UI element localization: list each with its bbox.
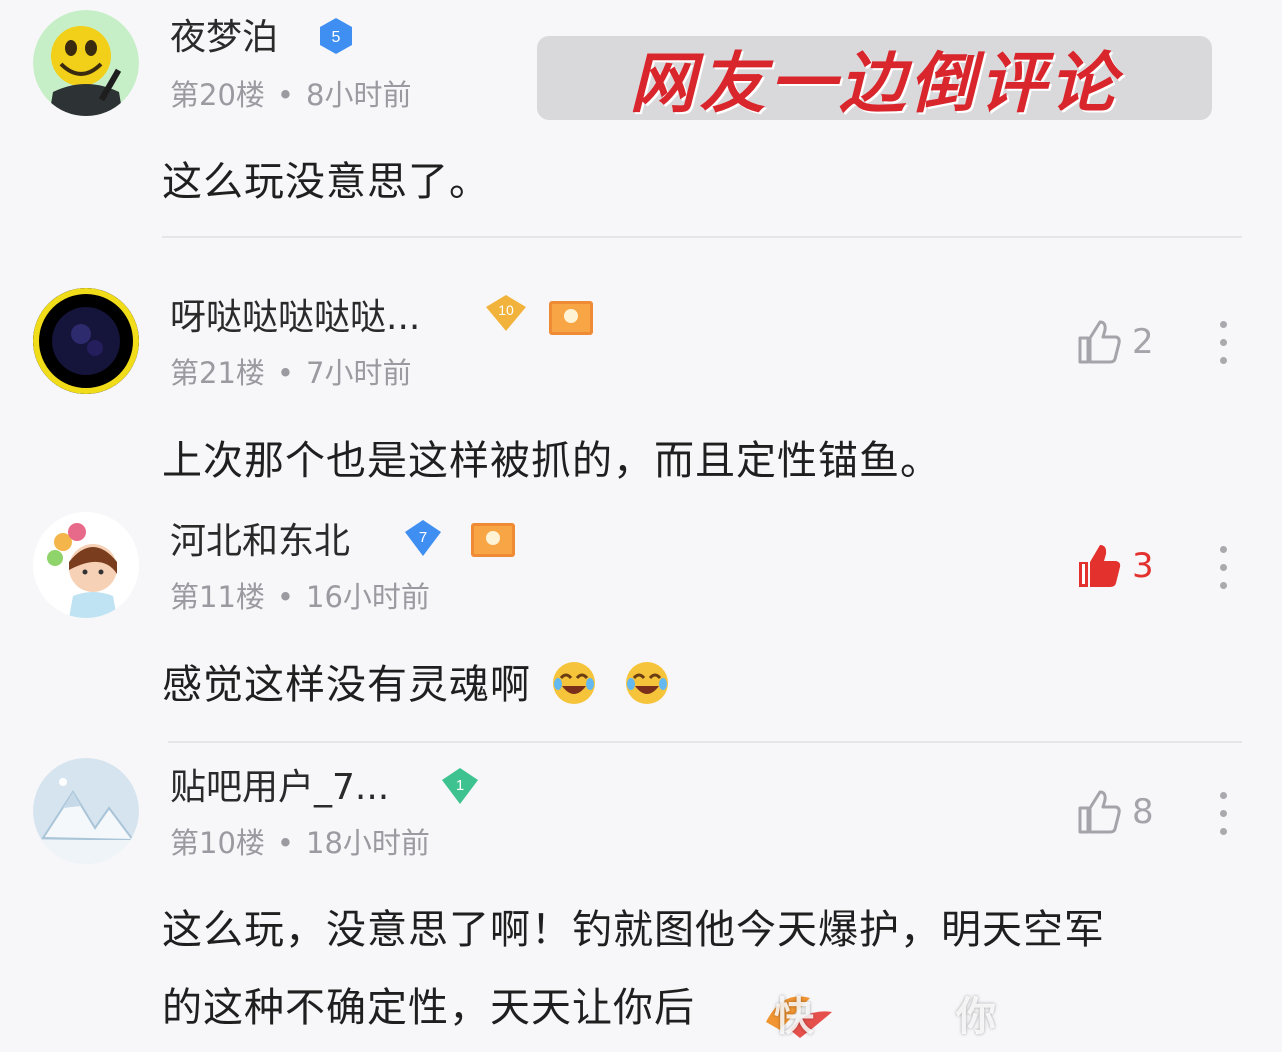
floor-number: 第11楼: [170, 580, 265, 614]
thumbs-up-icon: [1078, 790, 1121, 834]
avatar[interactable]: [33, 512, 139, 618]
comment-text: 这么玩没意思了。: [162, 159, 490, 205]
banner-title: 网友一边倒评论: [629, 45, 1120, 122]
thumbs-up-filled-icon: [1079, 545, 1121, 587]
comment-text-line-2: 的这种不确定性，天天让你后: [162, 985, 695, 1031]
medal-icon: [471, 523, 515, 557]
avatar[interactable]: [33, 10, 139, 116]
divider: [168, 741, 1242, 743]
like-count: 2: [1132, 322, 1154, 362]
comment-meta: 第21楼 • 7小时前: [170, 356, 412, 390]
level-badge-icon: 7: [405, 520, 441, 556]
divider: [162, 236, 1242, 238]
thumbs-up-icon: [1078, 320, 1121, 364]
comment-text: 感觉这样没有灵魂啊: [162, 660, 670, 709]
floor-number: 第21楼: [170, 356, 265, 390]
username[interactable]: 呀哒哒哒哒哒...: [170, 298, 420, 338]
timestamp: 16小时前: [306, 580, 430, 614]
watermark: 快 你: [760, 980, 1280, 1050]
watermark-text-left: 快: [774, 994, 814, 1040]
username[interactable]: 夜梦泊: [170, 18, 278, 58]
title-banner: 网友一边倒评论: [537, 36, 1212, 122]
floor-number: 第20楼: [170, 78, 265, 112]
avatar[interactable]: [33, 288, 139, 394]
comment-meta: 第20楼 • 8小时前: [170, 78, 412, 112]
comment-meta: 第10楼 • 18小时前: [170, 826, 430, 860]
like-button[interactable]: 8: [1076, 788, 1154, 836]
level-badge-icon: 1: [442, 768, 478, 804]
comment-text-content: 感觉这样没有灵魂啊: [162, 662, 531, 708]
laughing-emoji-icon: [626, 662, 669, 704]
username[interactable]: 贴吧用户_7...: [170, 768, 389, 808]
timestamp: 8小时前: [306, 78, 412, 112]
more-options-icon[interactable]: [1218, 321, 1228, 371]
like-count: 3: [1132, 546, 1154, 586]
like-count: 8: [1132, 792, 1154, 832]
level-number: 1: [456, 777, 464, 794]
timestamp: 18小时前: [306, 826, 430, 860]
level-number: 7: [419, 529, 427, 546]
more-options-icon[interactable]: [1218, 546, 1228, 596]
username[interactable]: 河北和东北: [170, 522, 350, 562]
medal-icon: [549, 301, 593, 335]
level-badge-icon: 10: [486, 295, 526, 331]
like-button[interactable]: 2: [1076, 318, 1154, 366]
comment-text-line-1: 这么玩，没意思了啊！钓就图他今天爆护，明天空军: [162, 907, 1105, 953]
level-number: 5: [332, 29, 341, 46]
like-button[interactable]: 3: [1076, 542, 1154, 590]
comment-meta: 第11楼 • 16小时前: [170, 580, 430, 614]
level-badge-icon: 5: [320, 18, 352, 54]
watermark-text-right: 你: [956, 994, 996, 1040]
avatar[interactable]: [33, 758, 139, 864]
floor-number: 第10楼: [170, 826, 265, 860]
laughing-emoji-icon: [552, 662, 595, 704]
comment-text: 上次那个也是这样被抓的，而且定性锚鱼。: [162, 438, 941, 484]
level-number: 10: [498, 302, 514, 318]
timestamp: 7小时前: [306, 356, 412, 390]
more-options-icon[interactable]: [1218, 792, 1228, 842]
